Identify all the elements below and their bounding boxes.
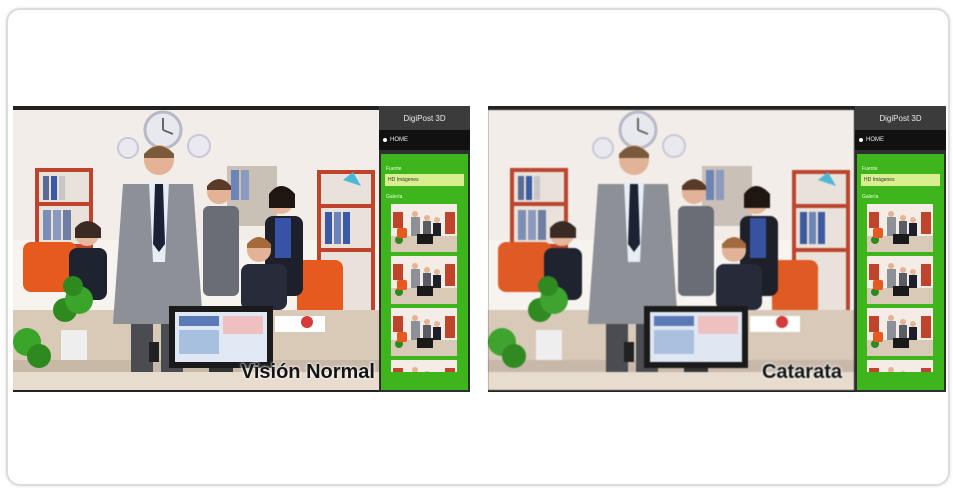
sidebar-title: DigiPost 3D <box>379 106 470 130</box>
comparison-panel-cataract: Catarata DigiPost 3D HOME Fuente HD Imág… <box>488 106 946 392</box>
nav-home-label: HOME <box>390 137 408 143</box>
app-sidebar: DigiPost 3D HOME Fuente HD Imágenes Gale… <box>855 106 946 392</box>
gallery-thumbnail[interactable] <box>391 256 457 304</box>
field-label: Fuente <box>386 166 402 172</box>
thumbnail-image <box>391 308 457 356</box>
thumbnail-image <box>867 256 933 304</box>
gallery-thumbnail[interactable] <box>391 204 457 252</box>
office-scene-image <box>13 110 379 390</box>
thumbnail-image <box>391 204 457 252</box>
thumbnail-image <box>391 256 457 304</box>
nav-home-label: HOME <box>866 137 884 143</box>
thumbnail-image <box>867 204 933 252</box>
comparison-panel-normal: Visión Normal DigiPost 3D HOME Fuente HD… <box>13 106 470 392</box>
bullet-icon <box>383 138 387 142</box>
gallery-label: Galería <box>862 194 879 200</box>
office-scene-image <box>488 110 854 390</box>
nav-home[interactable]: HOME <box>379 130 470 150</box>
bullet-icon <box>859 138 863 142</box>
office-photo: Visión Normal <box>13 110 379 390</box>
gallery-thumbnail[interactable] <box>867 360 933 372</box>
source-select[interactable]: HD Imágenes <box>385 174 464 186</box>
panel-caption: Catarata <box>761 361 842 383</box>
gallery-label: Galería <box>386 194 403 200</box>
thumbnail-image <box>391 360 457 372</box>
gallery-thumbnail[interactable] <box>867 308 933 356</box>
gallery-thumbnail[interactable] <box>391 308 457 356</box>
sidebar-body: Fuente HD Imágenes Galería <box>857 154 944 390</box>
gallery-thumbnail[interactable] <box>867 256 933 304</box>
office-photo: Catarata <box>488 110 854 390</box>
nav-home[interactable]: HOME <box>855 130 946 150</box>
sidebar-title: DigiPost 3D <box>855 106 946 130</box>
gallery-thumbnail[interactable] <box>391 360 457 372</box>
panel-caption: Visión Normal <box>240 361 375 383</box>
app-sidebar: DigiPost 3D HOME Fuente HD Imágenes Gale… <box>379 106 470 392</box>
thumbnail-image <box>867 308 933 356</box>
thumbnail-image <box>867 360 933 372</box>
sidebar-body: Fuente HD Imágenes Galería <box>381 154 468 390</box>
field-label: Fuente <box>862 166 878 172</box>
gallery-thumbnail[interactable] <box>867 204 933 252</box>
source-select[interactable]: HD Imágenes <box>861 174 940 186</box>
